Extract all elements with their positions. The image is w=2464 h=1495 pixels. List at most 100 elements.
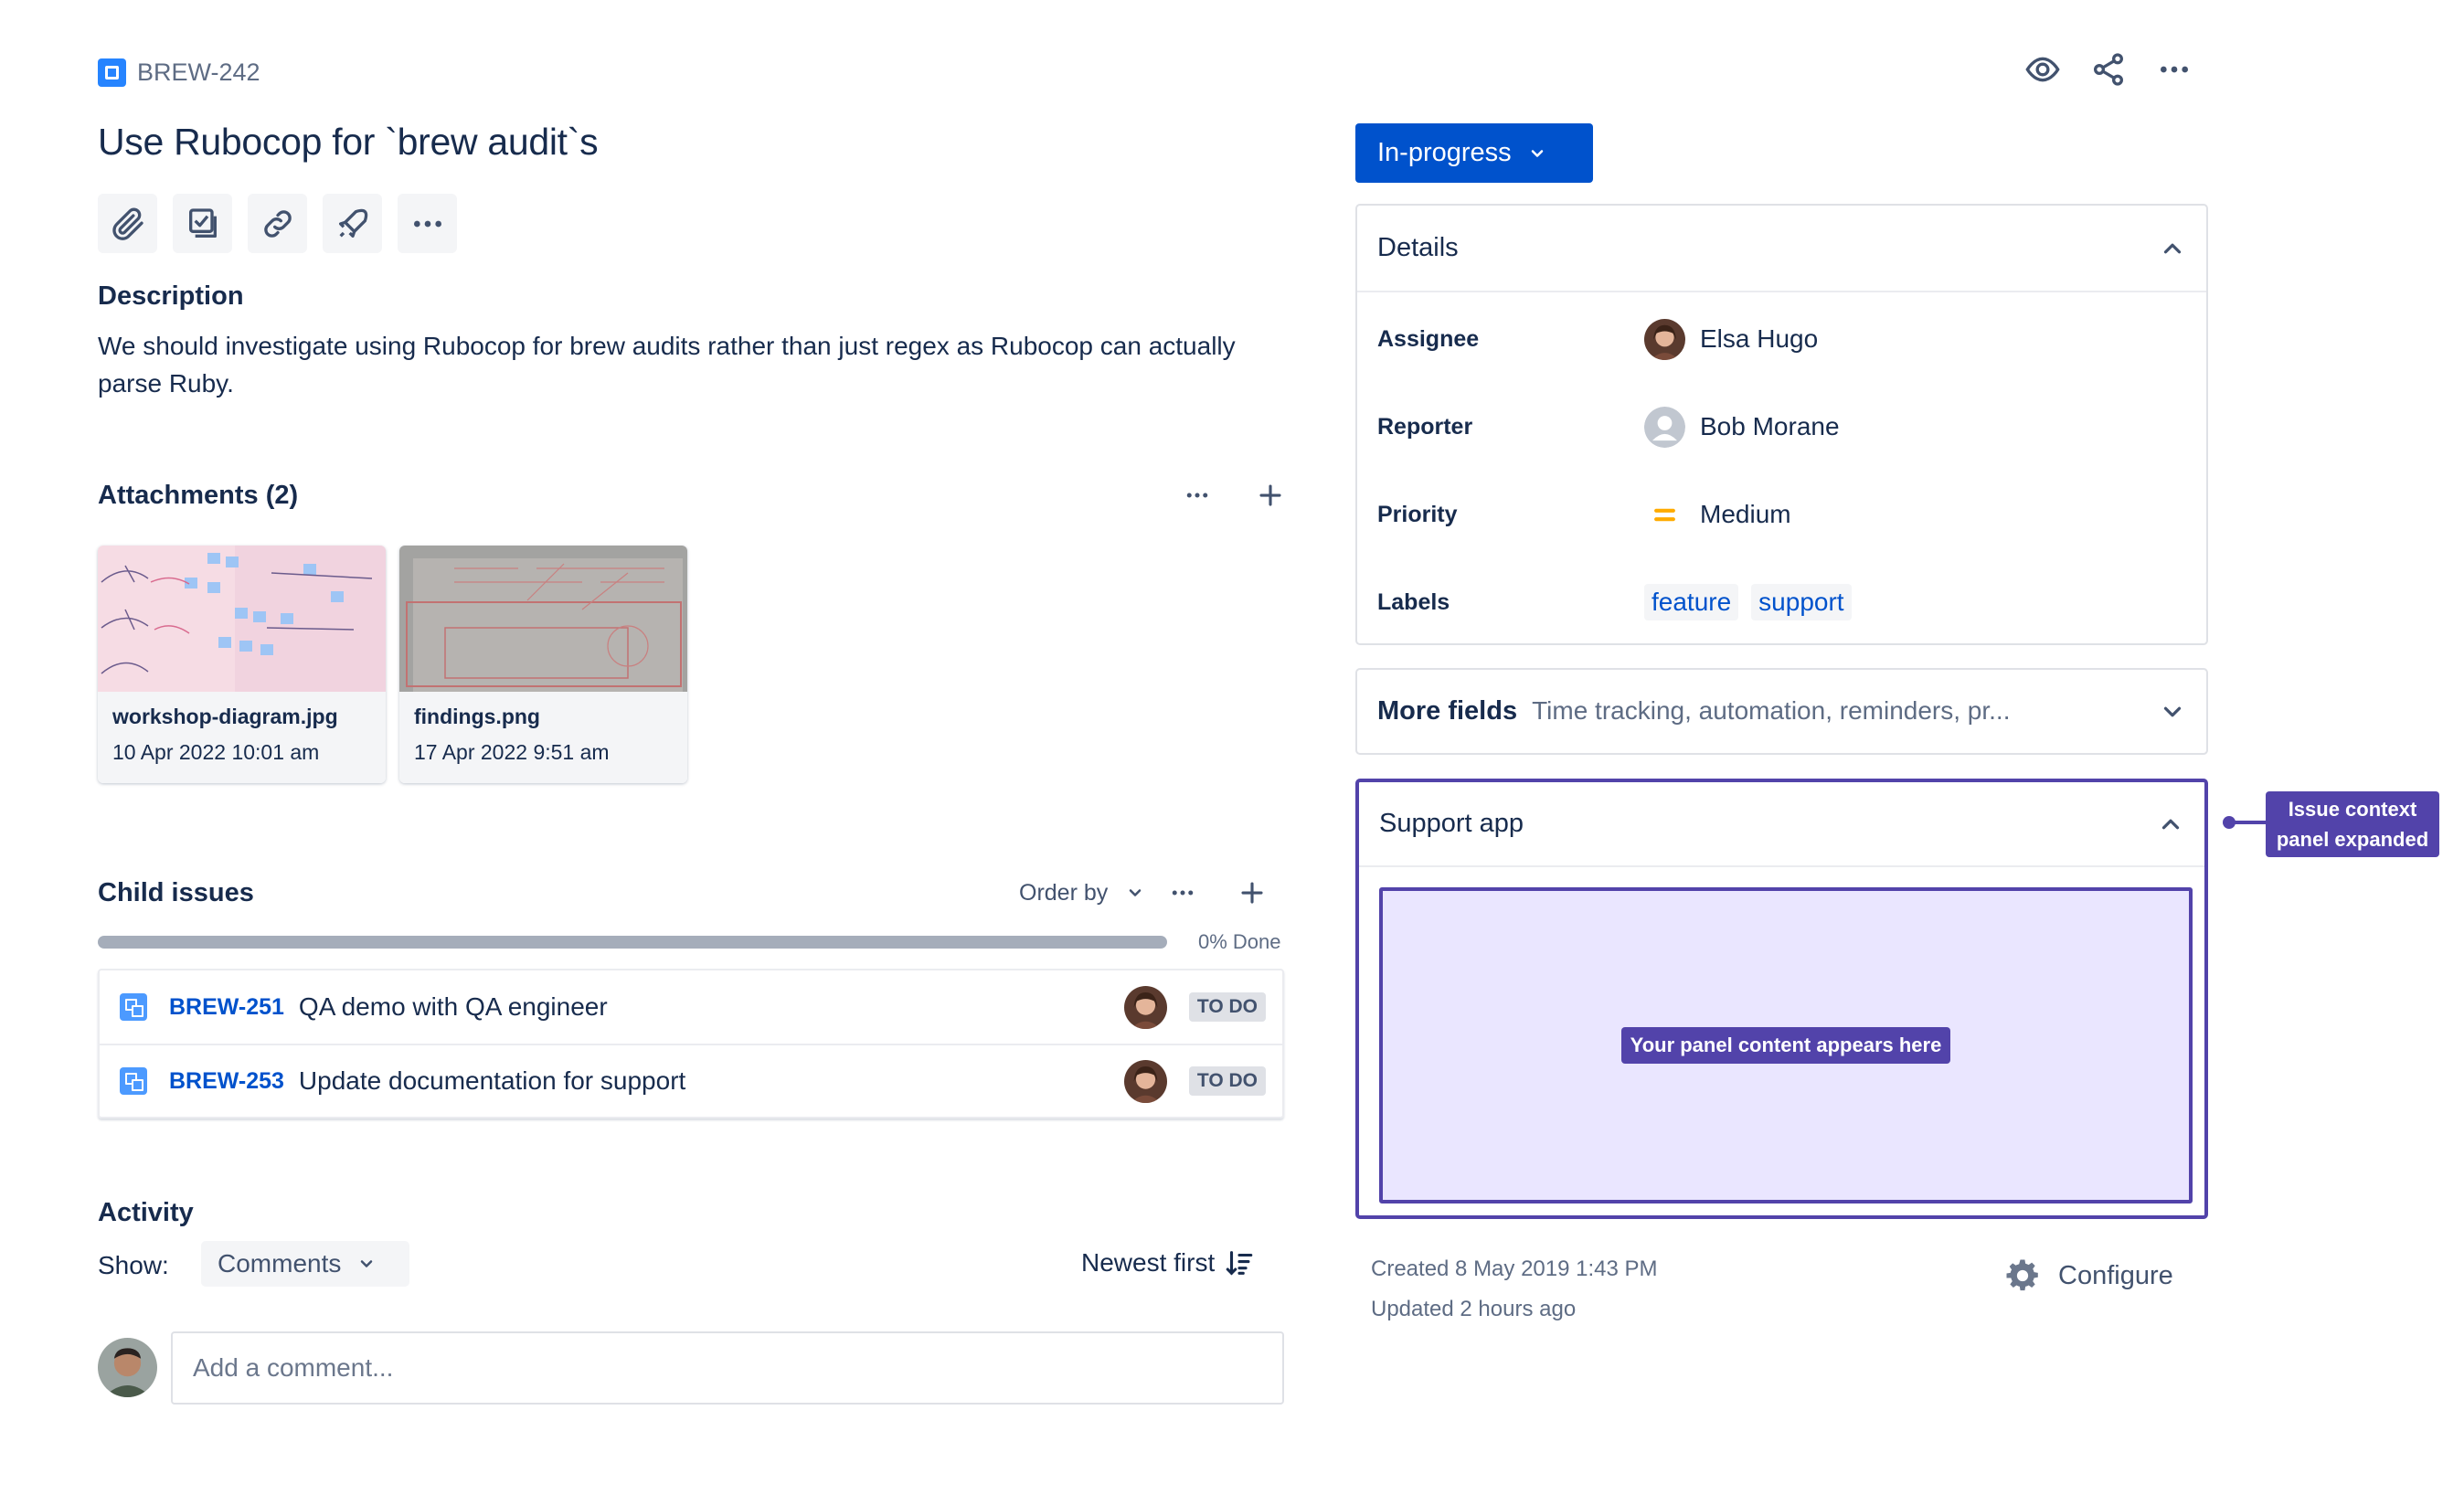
link-icon [263,209,292,238]
attachment-date: 17 Apr 2022 9:51 am [414,740,610,764]
status-dropdown[interactable]: In-progress [1355,123,1593,183]
avatar [1644,406,1685,448]
more-icon [1186,493,1208,498]
add-attachment-button[interactable] [1252,477,1289,514]
panel-content-area: Your panel content appears here [1379,887,2193,1203]
assignee-label: Assignee [1377,325,1480,352]
eye-icon [2025,57,2060,82]
child-issue-key[interactable]: BREW-253 [169,1068,284,1095]
comment-placeholder: Add a comment... [193,1353,394,1382]
user-avatar-icon [1644,318,1685,360]
more-fields-panel[interactable]: More fields Time tracking, automation, re… [1355,668,2208,755]
plus-icon [1241,882,1263,904]
priority-field[interactable]: Medium [1644,494,1791,535]
more-icon [1173,890,1194,896]
default-avatar-icon [1644,406,1685,448]
activity-filter-dropdown[interactable]: Comments [201,1241,409,1287]
status-label: In-progress [1377,138,1512,167]
assignee-field[interactable]: Elsa Hugo [1644,318,1818,360]
description-heading: Description [98,281,244,311]
reporter-name: Bob Morane [1700,412,1840,440]
status-badge[interactable]: TO DO [1188,992,1266,1022]
order-by-label: Order by [1019,879,1109,906]
support-app-header[interactable]: Support app [1359,782,2204,867]
comment-input[interactable]: Add a comment... [171,1331,1284,1405]
task-type-icon [98,58,126,87]
label-chip[interactable]: feature [1644,584,1739,620]
activity-filter-label: Comments [218,1249,342,1278]
labels-row: Labels feature support [1377,578,1852,626]
child-issue-summary[interactable]: QA demo with QA engineer [299,992,608,1022]
chevron-down-icon [2163,706,2182,716]
support-app-heading: Support app [1379,809,1524,838]
avatar [98,1338,157,1397]
child-issue-key[interactable]: BREW-251 [169,994,284,1021]
annotation-line-2: panel expanded [2276,828,2429,851]
updated-date: Updated 2 hours ago [1371,1297,1577,1321]
issue-toolbar [98,194,457,253]
child-issues-heading: Child issues [98,878,254,907]
child-more-button[interactable] [1164,875,1201,911]
child-issues-actions: Order by [1019,875,1270,911]
more-actions-button[interactable] [398,194,457,253]
details-header[interactable]: Details [1357,206,2206,292]
reporter-field[interactable]: Bob Morane [1644,406,1840,448]
more-fields-heading: More fields [1377,696,1518,726]
subtask-icon [120,993,147,1021]
configure-button[interactable]: Configure [2003,1256,2173,1295]
add-child-issue-button[interactable] [1234,875,1270,911]
callout-line [2230,821,2267,824]
watch-button[interactable] [2024,51,2061,88]
more-icon [2161,66,2188,73]
labels-field[interactable]: feature support [1644,584,1852,620]
sort-label: Newest first [1081,1248,1216,1277]
attachment-icon [112,207,143,240]
chevron-down-icon [361,1260,373,1267]
plus-icon [1259,484,1281,506]
attachment-date: 10 Apr 2022 10:01 am [112,740,320,764]
attachment-caption: findings.png 17 Apr 2022 9:51 am [399,692,687,783]
issue-more-button[interactable] [2156,51,2193,88]
attachments-more-button[interactable] [1179,477,1216,514]
show-label: Show: [98,1251,169,1279]
child-issue-summary[interactable]: Update documentation for support [299,1066,685,1096]
issue-key[interactable]: BREW-242 [137,58,260,87]
attachment-card[interactable]: findings.png 17 Apr 2022 9:51 am [399,546,687,783]
add-child-button[interactable] [173,194,232,253]
release-button[interactable] [323,194,382,253]
user-avatar-icon [1123,1059,1167,1103]
link-issue-button[interactable] [248,194,307,253]
attachment-caption: workshop-diagram.jpg 10 Apr 2022 10:01 a… [98,692,386,783]
sort-button[interactable]: Newest first [1081,1247,1255,1278]
chevron-up-icon [2163,243,2182,253]
priority-label: Priority [1377,501,1458,527]
labels-label: Labels [1377,588,1450,615]
attachment-filename: workshop-diagram.jpg [112,705,338,728]
share-button[interactable] [2090,51,2127,88]
attachment-card[interactable]: workshop-diagram.jpg 10 Apr 2022 10:01 a… [98,546,386,783]
assignee-row: Assignee Elsa Hugo [1377,315,1818,363]
status-badge[interactable]: TO DO [1188,1066,1266,1096]
activity-heading: Activity [98,1198,194,1227]
created-date: Created 8 May 2019 1:43 PM [1371,1256,1658,1281]
label-chip[interactable]: support [1751,584,1852,620]
more-fields-subtitle: Time tracking, automation, reminders, pr… [1532,696,2011,725]
details-panel: Details Assignee Elsa Hugo Reporter Bob … [1355,204,2208,645]
user-avatar-icon [1123,985,1167,1029]
attach-button[interactable] [98,194,157,253]
progress-label: 0% Done [1198,930,1281,953]
breadcrumb[interactable]: BREW-242 [98,58,260,87]
attachment-filename: findings.png [414,705,540,728]
attachment-thumbnail [98,546,386,692]
page-title[interactable]: Use Rubocop for `brew audit`s [98,121,599,164]
table-row[interactable]: BREW-253 Update documentation for suppor… [100,1044,1282,1117]
table-row[interactable]: BREW-251 QA demo with QA engineer TO DO [100,970,1282,1044]
chevron-down-icon [1531,149,1543,157]
attachments-actions [1179,477,1289,514]
avatar[interactable] [1123,1059,1167,1103]
order-by-button[interactable]: Order by [1019,880,1144,907]
avatar[interactable] [1123,985,1167,1029]
attachment-thumbnail [399,546,687,692]
description-text[interactable]: We should investigate using Rubocop for … [98,327,1286,402]
annotation-line-1: Issue context [2288,798,2417,821]
